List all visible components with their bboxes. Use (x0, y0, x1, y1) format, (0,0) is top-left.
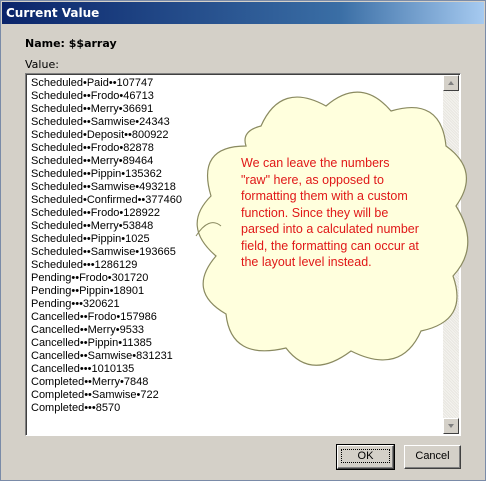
value-line: Scheduled••Pippin•135362 (31, 168, 162, 180)
arrow-up-icon (448, 81, 454, 85)
value-line: Scheduled••Samwise•193665 (31, 246, 176, 258)
value-line: Completed••Merry•7848 (31, 376, 149, 388)
value-line: Cancelled••Merry•9533 (31, 324, 145, 336)
variable-name-label: Name: $$array (25, 37, 117, 50)
value-line: Scheduled•Confirmed••377460 (31, 194, 182, 206)
value-line: Pending•••320621 (31, 298, 120, 310)
value-line: Scheduled••Merry•89464 (31, 155, 154, 167)
current-value-dialog: Current Value Name: $$array Value: Sched… (0, 0, 486, 481)
value-line: Cancelled••Pippin•11385 (31, 337, 152, 349)
value-line: Scheduled•Paid••107747 (31, 77, 154, 89)
arrow-down-icon (448, 424, 454, 428)
value-line: Completed••Samwise•722 (31, 389, 159, 401)
value-label: Value: (25, 58, 59, 71)
cancel-button[interactable]: Cancel (404, 445, 461, 469)
value-line: Scheduled••Frodo•128922 (31, 207, 160, 219)
value-lines: Scheduled•Paid••107747 Scheduled••Frodo•4… (31, 77, 182, 415)
value-line: Completed•••8570 (31, 402, 121, 414)
value-line: Scheduled••Samwise•493218 (31, 181, 176, 193)
value-line: Scheduled••Pippin•1025 (31, 233, 150, 245)
value-line: Scheduled•Deposit••800922 (31, 129, 169, 141)
value-line: Cancelled••Samwise•831231 (31, 350, 173, 362)
value-line: Pending••Frodo•301720 (31, 272, 149, 284)
value-line: Scheduled••Merry•36691 (31, 103, 154, 115)
window-title: Current Value (2, 2, 484, 24)
callout-text: We can leave the numbers "raw" here, as … (241, 156, 419, 269)
ok-button[interactable]: OK (336, 444, 395, 470)
value-line: Cancelled••Frodo•157986 (31, 311, 157, 323)
scroll-down-button[interactable] (443, 418, 459, 434)
value-line: Scheduled•••1286129 (31, 259, 138, 271)
ok-button-label: OK (340, 449, 391, 463)
value-line: Scheduled••Samwise•24343 (31, 116, 170, 128)
value-line: Scheduled••Frodo•82878 (31, 142, 154, 154)
value-line: Scheduled••Merry•53848 (31, 220, 154, 232)
value-line: Pending••Pippin•18901 (31, 285, 145, 297)
value-line: Scheduled••Frodo•46713 (31, 90, 154, 102)
value-line: Cancelled•••1010135 (31, 363, 135, 375)
